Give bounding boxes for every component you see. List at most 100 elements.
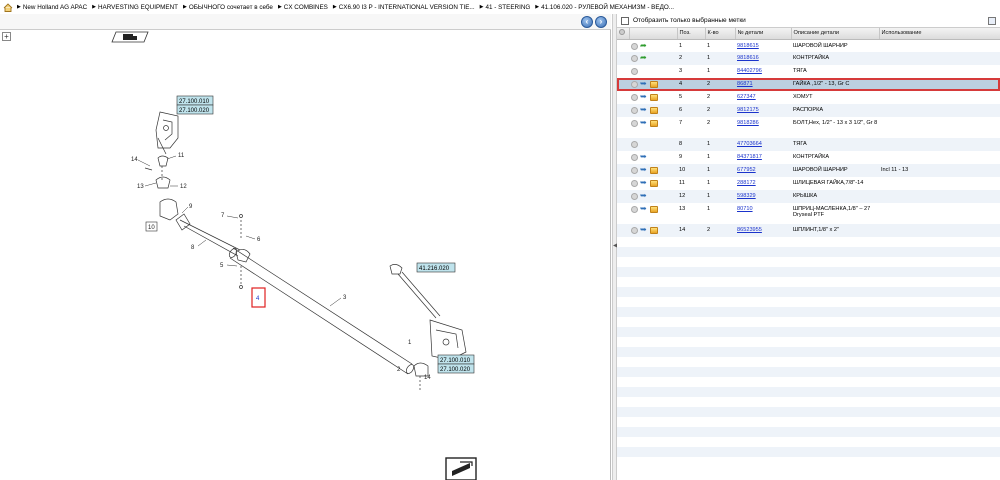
info-circle-icon[interactable] xyxy=(631,141,638,148)
package-icon[interactable] xyxy=(650,227,658,234)
package-icon[interactable] xyxy=(650,120,658,127)
forward-arrow-icon[interactable]: ➦ xyxy=(640,54,648,62)
highlighted-part-4[interactable]: 4 xyxy=(251,287,266,308)
header-pos[interactable]: Поз. xyxy=(677,28,706,40)
part-number-link[interactable]: 9818615 xyxy=(737,43,759,49)
table-row[interactable]: ➥ 14 2 86523955 ШПЛИНТ,1/8" x 2" xyxy=(617,224,1000,237)
table-row[interactable]: ➥ 7 2 9818286 БОЛТ,Hex, 1/2" - 13 x 3 1/2", … xyxy=(617,117,1000,138)
row-select-cell[interactable] xyxy=(617,117,629,138)
link-arrow-icon[interactable]: ➥ xyxy=(640,192,648,200)
show-selected-checkbox[interactable] xyxy=(621,16,629,25)
row-select-cell[interactable] xyxy=(617,177,629,190)
header-select[interactable] xyxy=(617,28,630,40)
link-arrow-icon[interactable]: ➥ xyxy=(640,153,648,161)
row-select-cell[interactable] xyxy=(617,224,629,237)
row-select-cell[interactable] xyxy=(617,151,629,164)
reference-label-right[interactable]: 41.216.020 xyxy=(416,262,456,273)
info-circle-icon[interactable] xyxy=(631,68,638,75)
package-icon[interactable] xyxy=(650,107,658,114)
part-number-link[interactable]: 9818286 xyxy=(737,120,759,126)
row-select-cell[interactable] xyxy=(617,203,629,224)
breadcrumb-item[interactable]: ОБЫЧНОГО сочетает в себе xyxy=(189,4,273,11)
row-select-cell[interactable] xyxy=(617,164,629,177)
info-circle-icon[interactable] xyxy=(631,206,638,213)
info-circle-icon[interactable] xyxy=(631,180,638,187)
link-arrow-icon[interactable]: ➥ xyxy=(640,166,648,174)
cell-part-number[interactable]: 9812175 xyxy=(735,104,791,117)
row-select-cell[interactable] xyxy=(617,78,629,91)
package-icon[interactable] xyxy=(650,167,658,174)
link-arrow-icon[interactable]: ➥ xyxy=(640,106,648,114)
link-arrow-icon[interactable]: ➥ xyxy=(640,205,648,213)
home-icon[interactable] xyxy=(3,2,13,12)
info-circle-icon[interactable] xyxy=(631,42,638,50)
info-circle-icon[interactable] xyxy=(631,55,638,62)
row-select-cell[interactable] xyxy=(617,190,629,203)
back-button[interactable]: ‹ xyxy=(581,16,593,28)
package-icon[interactable] xyxy=(650,81,658,88)
link-arrow-icon[interactable]: ➥ xyxy=(640,226,648,234)
info-circle-icon[interactable] xyxy=(631,167,638,174)
row-select-cell[interactable] xyxy=(617,65,629,78)
breadcrumb-item[interactable]: HARVESTING EQUIPMENT xyxy=(98,4,178,11)
table-row[interactable]: ➥ 4 2 86871 ГАЙКА ,1/2" - 13, Gr C xyxy=(617,78,1000,91)
package-icon[interactable] xyxy=(650,94,658,101)
cell-part-number[interactable]: 80710 xyxy=(735,203,791,224)
part-number-link[interactable]: 598329 xyxy=(737,193,756,199)
part-number-link[interactable]: 80710 xyxy=(737,206,753,212)
part-number-link[interactable]: 47703664 xyxy=(737,141,762,147)
part-number-link[interactable]: 677952 xyxy=(737,167,756,173)
part-number-link[interactable]: 84402796 xyxy=(737,68,762,74)
breadcrumb-item[interactable]: New Holland AG APAC xyxy=(23,4,87,11)
breadcrumb-item[interactable]: 41 - STEERING xyxy=(486,4,531,11)
header-qty[interactable]: К-во xyxy=(705,28,736,40)
cell-part-number[interactable]: 84371817 xyxy=(735,151,791,164)
forward-arrow-icon[interactable]: ➦ xyxy=(640,41,648,50)
table-row[interactable]: 3 1 84402796 ТЯГА xyxy=(617,65,1000,78)
table-row[interactable]: ➥ 13 1 80710 ШПРИЦ-МАСЛЕНКА,1/8" – 27 Drysea… xyxy=(617,203,1000,224)
header-usage[interactable]: Использование xyxy=(879,28,1000,40)
info-circle-icon[interactable] xyxy=(631,193,638,200)
breadcrumb-item[interactable]: CX COMBINES xyxy=(284,4,328,11)
info-circle-icon[interactable] xyxy=(631,81,638,88)
cell-part-number[interactable]: 598329 xyxy=(735,190,791,203)
table-row[interactable]: ➥ 6 2 9812175 РАСПОРКА xyxy=(617,104,1000,117)
row-select-cell[interactable] xyxy=(617,104,629,117)
header-description[interactable]: Описание детали xyxy=(791,28,880,40)
cell-part-number[interactable]: 9818616 xyxy=(735,52,791,65)
header-part-number[interactable]: № детали xyxy=(735,28,792,40)
table-row[interactable]: ➥ 11 1 288172 ШЛИЦЕВАЯ ГАЙКА,7/8"-14 xyxy=(617,177,1000,190)
part-number-link[interactable]: 86871 xyxy=(737,81,753,87)
cell-part-number[interactable]: 86871 xyxy=(735,78,791,91)
part-number-link[interactable]: 9812175 xyxy=(737,107,759,113)
table-row[interactable]: ➥ 5 2 627347 ХОМУТ xyxy=(617,91,1000,104)
part-number-link[interactable]: 288172 xyxy=(737,180,756,186)
info-circle-icon[interactable] xyxy=(631,120,638,127)
row-select-cell[interactable] xyxy=(617,91,629,104)
table-row[interactable]: ➦ 2 1 9818616 КОНТРГАЙКА xyxy=(617,52,1000,65)
row-select-cell[interactable] xyxy=(617,138,629,151)
row-select-cell[interactable] xyxy=(617,39,629,52)
table-row[interactable]: 8 1 47703664 ТЯГА xyxy=(617,138,1000,151)
info-circle-icon[interactable] xyxy=(631,227,638,234)
link-arrow-icon[interactable]: ➥ xyxy=(640,119,648,127)
part-number-link[interactable]: 627347 xyxy=(737,94,756,100)
cell-part-number[interactable]: 288172 xyxy=(735,177,791,190)
package-icon[interactable] xyxy=(650,206,658,213)
package-icon[interactable] xyxy=(650,180,658,187)
link-arrow-icon[interactable]: ➥ xyxy=(640,80,648,88)
part-number-link[interactable]: 84371817 xyxy=(737,154,762,160)
forward-button[interactable]: › xyxy=(595,16,607,28)
table-row[interactable]: ➥ 10 1 677952 ШАРОВОЙ ШАРНИР Incl 11 - 13 xyxy=(617,164,1000,177)
breadcrumb-item[interactable]: CX6.90 I3 P - INTERNATIONAL VERSION TIE.… xyxy=(339,4,475,11)
cell-part-number[interactable]: 47703664 xyxy=(735,138,791,151)
export-icon[interactable] xyxy=(988,17,996,25)
part-number-link[interactable]: 9818616 xyxy=(737,55,759,61)
cell-part-number[interactable]: 9818615 xyxy=(735,39,791,52)
table-row[interactable]: ➦ 1 1 9818615 ШАРОВОЙ ШАРНИР xyxy=(617,39,1000,52)
cell-part-number[interactable]: 627347 xyxy=(735,91,791,104)
reference-label-bottom[interactable]: 27.100.010 27.100.020 xyxy=(437,354,475,374)
next-page-icon[interactable] xyxy=(445,457,477,480)
info-circle-icon[interactable] xyxy=(631,154,638,161)
reference-label-top[interactable]: 27.100.010 27.100.020 xyxy=(176,95,214,115)
